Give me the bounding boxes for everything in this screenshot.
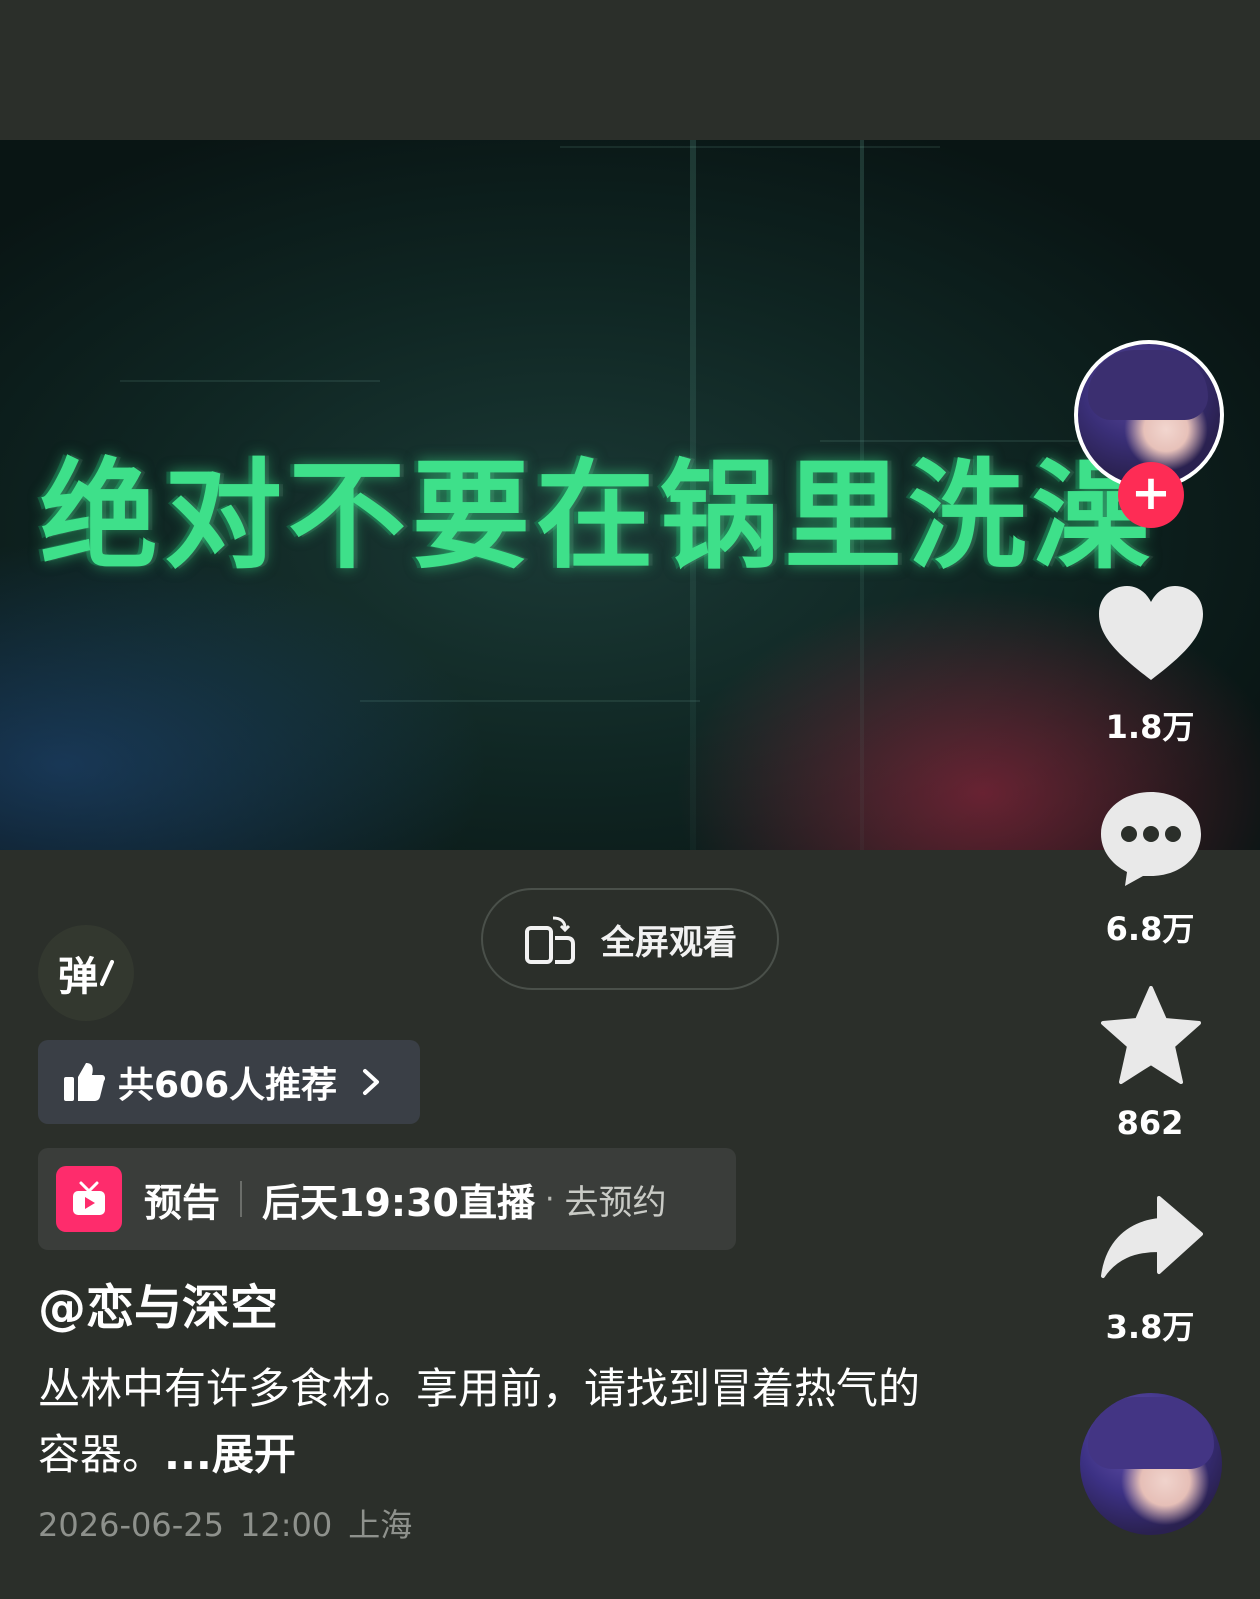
expand-link[interactable]: ...展开 [164, 1430, 296, 1479]
share-count: 3.8万 [1105, 1308, 1195, 1346]
recommend-label: 共606人推荐 [118, 1065, 338, 1106]
music-avatar[interactable] [1080, 1393, 1222, 1535]
preview-divider [240, 1181, 243, 1217]
preview-time: 后天19:30直播 [262, 1180, 535, 1225]
tv-icon [56, 1166, 122, 1232]
post-location: 上海 [348, 1506, 413, 1544]
video-caption: 丛林中有许多食材。享用前，请找到冒着热气的容器。...展开 [38, 1356, 938, 1488]
comment-button[interactable] [1090, 788, 1212, 892]
like-count: 1.8万 [1105, 708, 1195, 746]
comment-icon [1101, 792, 1201, 886]
favorite-button[interactable] [1090, 986, 1212, 1090]
live-preview-chip[interactable]: 预告 后天19:30直播 · 去预约 [38, 1148, 736, 1250]
like-button[interactable] [1090, 584, 1212, 688]
rotate-screen-icon [525, 916, 575, 964]
follow-button[interactable]: + [1118, 462, 1184, 528]
chevron-right-icon [363, 1069, 380, 1095]
share-button[interactable] [1090, 1196, 1212, 1284]
video-overlay-text: 绝对不要在锅里洗澡 [40, 447, 1157, 585]
video-page: 绝对不要在锅里洗澡 + 1.8万 6.8万 862 3.8万 全屏观看 弹 共6… [0, 0, 1260, 1599]
video-streak [360, 700, 700, 702]
comment-count: 6.8万 [1105, 910, 1195, 948]
author-handle[interactable]: @恋与深空 [38, 1268, 278, 1338]
danmaku-toggle[interactable]: 弹 [38, 925, 134, 1021]
video-streak [560, 146, 940, 148]
preview-separator: · [544, 1181, 555, 1217]
slash-icon [100, 960, 114, 986]
reserve-link[interactable]: 去预约 [565, 1175, 667, 1224]
star-icon [1101, 986, 1201, 1084]
video-streak [120, 380, 380, 382]
video-player[interactable]: 绝对不要在锅里洗澡 [0, 140, 1260, 850]
fullscreen-button[interactable]: 全屏观看 [481, 888, 779, 990]
recommend-chip[interactable]: 共606人推荐 [38, 1040, 420, 1124]
post-meta: 2026-06-25 12:00 上海 [38, 1500, 412, 1546]
favorite-count: 862 [1116, 1104, 1184, 1142]
thumbs-up-icon [64, 1063, 106, 1101]
share-arrow-icon [1101, 1196, 1203, 1278]
danmaku-label: 弹 [58, 954, 98, 1000]
post-time: 12:00 [239, 1506, 333, 1544]
fullscreen-label: 全屏观看 [601, 922, 737, 963]
preview-tag: 预告 [144, 1180, 221, 1225]
heart-icon [1099, 586, 1203, 680]
post-date: 2026-06-25 [38, 1506, 224, 1544]
